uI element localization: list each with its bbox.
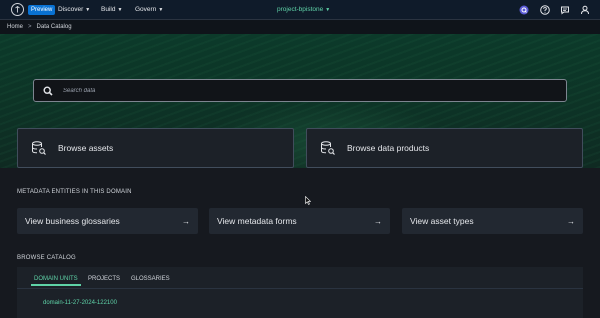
view-metadata-forms-label: View metadata forms [217,216,297,226]
breadcrumb-separator-icon: > [28,24,32,30]
chevron-down-icon: ▼ [325,7,331,13]
browse-data-products-label: Browse data products [347,143,430,153]
view-business-glossaries-card[interactable]: View business glossaries → [17,208,198,234]
view-metadata-forms-card[interactable]: View metadata forms → [209,208,390,234]
help-icon[interactable] [539,4,550,15]
arrow-right-icon: → [374,216,382,226]
chevron-down-icon: ▼ [117,7,123,13]
user-icon[interactable] [579,4,590,15]
nav-discover-label: Discover [58,6,84,13]
chevron-down-icon: ▼ [85,7,91,13]
project-name: project-bpistone [277,6,324,13]
nav-govern-label: Govern [135,6,157,13]
tab-projects[interactable]: PROJECTS [88,270,120,286]
app-logo-icon[interactable] [11,3,24,16]
domain-unit-link[interactable]: domain-11-27-2024-122100 [43,300,117,306]
browse-data-products-card[interactable]: Browse data products [306,128,583,168]
browse-catalog-section-title: BROWSE CATALOG [17,255,76,261]
view-asset-types-card[interactable]: View asset types → [402,208,583,234]
view-business-glossaries-label: View business glossaries [25,216,120,226]
breadcrumb: Home > Data Catalog [0,20,600,34]
preview-badge: Preview [28,5,56,15]
metadata-section-title: METADATA ENTITIES IN THIS DOMAIN [17,189,132,195]
search-icon [42,85,53,96]
breadcrumb-home-link[interactable]: Home [7,24,23,30]
nav-build-label: Build [101,6,116,13]
nav-govern[interactable]: Govern ▼ [135,5,163,15]
browse-assets-card[interactable]: Browse assets [17,128,294,168]
top-navigation-bar: Preview Discover ▼ Build ▼ Govern ▼ proj… [0,0,600,20]
browse-assets-label: Browse assets [58,143,114,153]
search-input[interactable] [63,87,543,94]
tab-domain-units[interactable]: DOMAIN UNITS [31,270,81,286]
nav-discover[interactable]: Discover ▼ [58,5,90,15]
arrow-right-icon: → [567,216,575,226]
search-bar[interactable] [33,79,567,102]
chevron-down-icon: ▼ [158,7,164,13]
view-asset-types-label: View asset types [410,216,474,226]
arrow-right-icon: → [182,216,190,226]
tab-divider [17,288,583,289]
notifications-icon[interactable] [559,4,570,15]
breadcrumb-current: Data Catalog [36,24,72,30]
nav-build[interactable]: Build ▼ [101,5,122,15]
q-icon[interactable] [518,4,529,15]
database-search-icon [31,140,47,156]
tab-glossaries[interactable]: GLOSSARIES [131,270,170,286]
database-search-icon [320,140,336,156]
project-selector[interactable]: project-bpistone ▼ [277,5,330,15]
mouse-cursor-icon [305,192,312,205]
